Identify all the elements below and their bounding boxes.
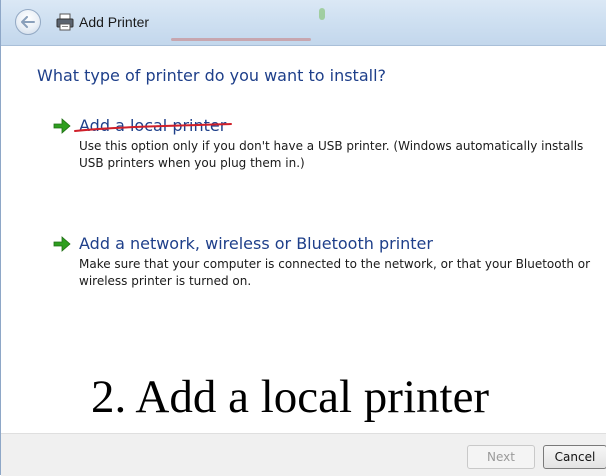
cancel-button[interactable]: Cancel	[543, 445, 606, 469]
back-arrow-icon	[21, 16, 35, 28]
green-arrow-icon	[53, 236, 71, 252]
printer-icon	[56, 13, 74, 31]
step-annotation-caption: 2. Add a local printer	[91, 371, 490, 423]
red-underline-annotation	[74, 123, 232, 132]
option-description: Make sure that your computer is connecte…	[79, 257, 591, 288]
back-button[interactable]	[15, 9, 41, 35]
titlebar-glow-accent	[319, 8, 325, 20]
option-description: Use this option only if you don't have a…	[79, 139, 584, 170]
option-title[interactable]: Add a network, wireless or Bluetooth pri…	[79, 234, 433, 253]
window-title: Add Printer	[79, 14, 150, 30]
next-button[interactable]: Next	[467, 445, 535, 469]
button-bar: Next Cancel	[1, 433, 606, 476]
add-printer-window: Add Printer What type of printer do you …	[0, 0, 606, 476]
title-bar: Add Printer	[1, 0, 606, 46]
titlebar-glow	[171, 38, 311, 41]
page-heading: What type of printer do you want to inst…	[37, 66, 386, 85]
green-arrow-icon	[53, 118, 71, 134]
option-add-network-printer[interactable]: Add a network, wireless or Bluetooth pri…	[53, 234, 593, 294]
